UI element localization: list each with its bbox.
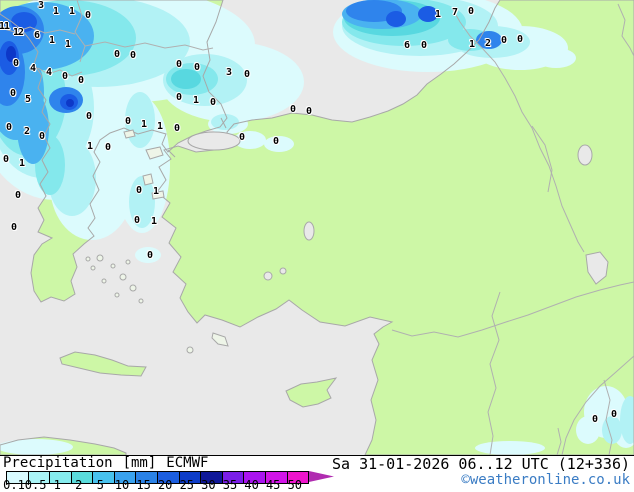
precip-grid-value: 7 — [452, 8, 457, 18]
precip-grid-value: 0 — [592, 415, 597, 425]
legend-labels: 0.10.5125101520253035404550 — [0, 480, 345, 491]
lake-tuz — [304, 222, 314, 240]
precip-grid-value: 0 — [85, 11, 90, 21]
island-lemnos — [124, 130, 135, 138]
precip-grid-value: 0 — [130, 51, 135, 61]
forecast-datetime: Sa 31-01-2026 06..12 UTC (12+336) — [332, 457, 630, 472]
legend-tick-label: 50 — [288, 480, 302, 491]
precip-grid-value: 1 — [157, 122, 162, 132]
precip-grid-value: 0 — [517, 35, 522, 45]
precip-grid-value: 0 — [13, 59, 18, 69]
legend-title-label: Precipitation — [3, 455, 113, 471]
legend-tick-label: 0.1 — [3, 480, 25, 491]
precip-grid-value: 0 — [210, 98, 215, 108]
precip-grid-value: 1 — [153, 187, 158, 197]
map-canvas — [0, 0, 634, 455]
precip-grid-value: 0 — [86, 112, 91, 122]
precip-grid-value: 0 — [11, 223, 16, 233]
legend-tick-label: 0.5 — [25, 480, 47, 491]
precip-grid-value: 1 — [141, 120, 146, 130]
precip-grid-value: 1 — [19, 159, 24, 169]
precip-grid-value: 0 — [176, 60, 181, 70]
precip-grid-value: 0 — [468, 7, 473, 17]
precip-grid-value: 0 — [306, 107, 311, 117]
precip-grid-value: 0 — [194, 63, 199, 73]
precipitation-map: 3110170111261160120000044000030050100000… — [0, 0, 634, 455]
legend-tick-label: 25 — [180, 480, 194, 491]
precip-grid-value: 0 — [273, 137, 278, 147]
legend-tick-label: 1 — [54, 480, 61, 491]
precip-grid-value: 0 — [6, 123, 11, 133]
precip-grid-value: 0 — [3, 155, 8, 165]
precip-grid-value: 0 — [290, 105, 295, 115]
precip-grid-value: 12 — [13, 28, 23, 38]
legend-tick-label: 5 — [97, 480, 104, 491]
legend-tick-label: 45 — [266, 480, 280, 491]
precip-grid-value: 0 — [136, 186, 141, 196]
precip-grid-value: 0 — [62, 72, 67, 82]
lake-small-west — [264, 272, 272, 280]
precip-grid-value: 0 — [147, 251, 152, 261]
lake-northeast — [578, 145, 592, 165]
precip-grid-value: 1 — [151, 217, 156, 227]
precip-grid-value: 4 — [30, 64, 35, 74]
weather-map-page: { "legend": { "title": "Precipitation", … — [0, 0, 634, 490]
sea-of-marmara — [188, 132, 240, 150]
legend-tick-label: 10 — [115, 480, 129, 491]
precip-grid-value: 1 — [65, 40, 70, 50]
precip-grid-value: 2 — [24, 127, 29, 137]
precip-grid-value: 0 — [134, 216, 139, 226]
precip-grid-value: 0 — [174, 124, 179, 134]
precip-grid-value: 2 — [485, 39, 490, 49]
precip-grid-value: 0 — [125, 117, 130, 127]
legend-tick-label: 20 — [158, 480, 172, 491]
precip-grid-value: 0 — [501, 36, 506, 46]
legend-tick-label: 40 — [244, 480, 258, 491]
precip-grid-value: 0 — [39, 132, 44, 142]
precip-grid-value: 3 — [226, 68, 231, 78]
footer-bar: Precipitation[mm]ECMWF 0.10.512510152025… — [0, 455, 634, 490]
precip-grid-value: 0 — [176, 93, 181, 103]
precip-grid-value: 0 — [421, 41, 426, 51]
legend-tick-label: 15 — [136, 480, 150, 491]
precip-grid-value: 0 — [114, 50, 119, 60]
legend-unit: [mm] — [123, 455, 157, 471]
precip-grid-value: 1 — [69, 7, 74, 17]
precip-grid-value: 4 — [46, 68, 51, 78]
lake-small-west-2 — [280, 268, 286, 274]
precip-grid-value: 0 — [239, 133, 244, 143]
precip-grid-value: 0 — [15, 191, 20, 201]
precip-grid-value: 0 — [10, 89, 15, 99]
precip-grid-value: 1 — [49, 36, 54, 46]
copyright-text: ©weatheronline.co.uk — [461, 473, 630, 488]
legend-title: Precipitation [mm] ECMWF — [3, 456, 218, 471]
precip-grid-value: 6 — [404, 41, 409, 51]
precip-grid-value: 3 — [38, 1, 43, 11]
precip-grid-value: 0 — [105, 143, 110, 153]
island-chios — [143, 174, 153, 185]
legend-tick-label: 30 — [201, 480, 215, 491]
precip-grid-value: 0 — [611, 410, 616, 420]
precip-grid-value: 0 — [78, 76, 83, 86]
legend-tick-label: 2 — [75, 480, 82, 491]
precip-grid-value: 11 — [0, 22, 9, 32]
precip-grid-value: 1 — [435, 10, 440, 20]
precip-grid-value: 6 — [34, 31, 39, 41]
legend-tick-label: 35 — [223, 480, 237, 491]
precip-grid-value: 5 — [25, 95, 30, 105]
legend-model: ECMWF — [166, 455, 208, 471]
precip-grid-value: 1 — [87, 142, 92, 152]
precip-grid-value: 0 — [244, 70, 249, 80]
precip-grid-value: 1 — [53, 7, 58, 17]
precip-grid-value: 1 — [469, 40, 474, 50]
precip-grid-value: 1 — [193, 96, 198, 106]
